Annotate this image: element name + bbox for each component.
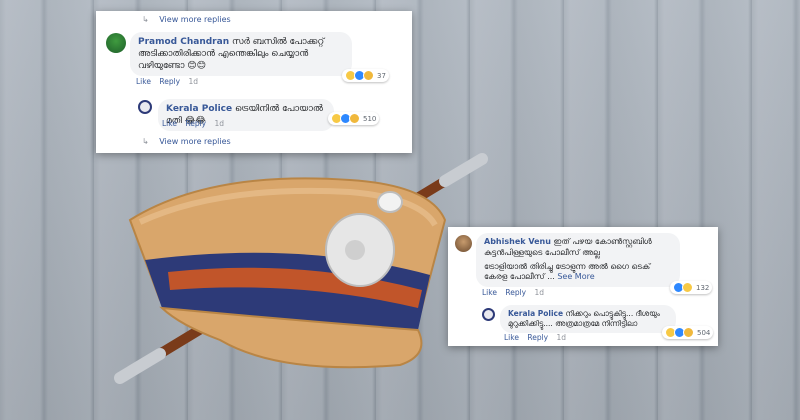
avatar-pramod <box>106 33 126 53</box>
comment-actions: Like Reply 1d <box>136 77 204 86</box>
comment-author[interactable]: Abhishek Venu <box>484 237 551 246</box>
comment-card-top: ↳ View more replies Pramod Chandran സർ ബ… <box>96 11 412 153</box>
reply-author[interactable]: Kerala Police <box>166 104 232 114</box>
sad-reaction-icon <box>349 113 360 124</box>
like-link[interactable]: Like <box>136 77 151 86</box>
police-cap-illustration <box>114 153 488 384</box>
comment-bubble-abhishek: Abhishek Venu ഇത് പഴയ കോൺസ്റ്റബിൾ കുട്ടൻ… <box>476 233 680 288</box>
reply-link[interactable]: Reply <box>185 119 206 128</box>
comment-bubble-pramod: Pramod Chandran സർ ബസിൽ പോക്കറ്റ് അടിക്ക… <box>130 32 352 77</box>
view-more-replies-top[interactable]: ↳ View more replies <box>142 15 231 24</box>
reply-author[interactable]: Kerala Police <box>508 309 563 318</box>
comment-author[interactable]: Pramod Chandran <box>138 37 229 47</box>
reaction-summary[interactable]: 504 <box>662 326 714 339</box>
comment-time[interactable]: 1d <box>189 77 199 86</box>
police-emblem-icon <box>138 100 152 114</box>
reply-time[interactable]: 1d <box>215 119 225 128</box>
reply-actions: Like Reply 1d <box>162 119 230 128</box>
police-emblem-icon <box>482 308 495 321</box>
reaction-summary[interactable]: 132 <box>670 281 713 294</box>
see-more-link[interactable]: See More <box>557 272 594 281</box>
comment-card-bottom: Abhishek Venu ഇത് പഴയ കോൺസ്റ്റബിൾ കുട്ടൻ… <box>448 227 718 346</box>
reaction-summary[interactable]: 37 <box>342 69 389 82</box>
reaction-count: 132 <box>696 283 710 292</box>
like-link[interactable]: Like <box>162 119 177 128</box>
avatar-abhishek <box>455 235 472 252</box>
view-more-replies-bottom[interactable]: ↳ View more replies <box>142 137 231 146</box>
comment-arrow-icon: ↳ <box>142 137 149 146</box>
sad-reaction-icon <box>683 327 694 338</box>
haha-reaction-icon <box>682 282 693 293</box>
reply-time[interactable]: 1d <box>557 333 567 342</box>
reply-link[interactable]: Reply <box>527 333 548 342</box>
reply-link[interactable]: Reply <box>159 77 180 86</box>
reply-actions: Like Reply 1d <box>504 333 572 342</box>
sad-reaction-icon <box>363 70 374 81</box>
like-link[interactable]: Like <box>504 333 519 342</box>
reaction-summary[interactable]: 510 <box>328 112 380 125</box>
reply-bubble-kerala-police: Kerala Police നിക്കറും പൊട്ടുകിട്ടു... ദ… <box>500 305 676 334</box>
reply-link[interactable]: Reply <box>505 288 526 297</box>
reaction-count: 37 <box>377 71 386 80</box>
comment-arrow-icon: ↳ <box>142 15 149 24</box>
reaction-count: 510 <box>363 114 377 123</box>
comment-actions: Like Reply 1d <box>482 288 550 297</box>
reaction-count: 504 <box>697 328 711 337</box>
like-link[interactable]: Like <box>482 288 497 297</box>
comment-time[interactable]: 1d <box>535 288 545 297</box>
